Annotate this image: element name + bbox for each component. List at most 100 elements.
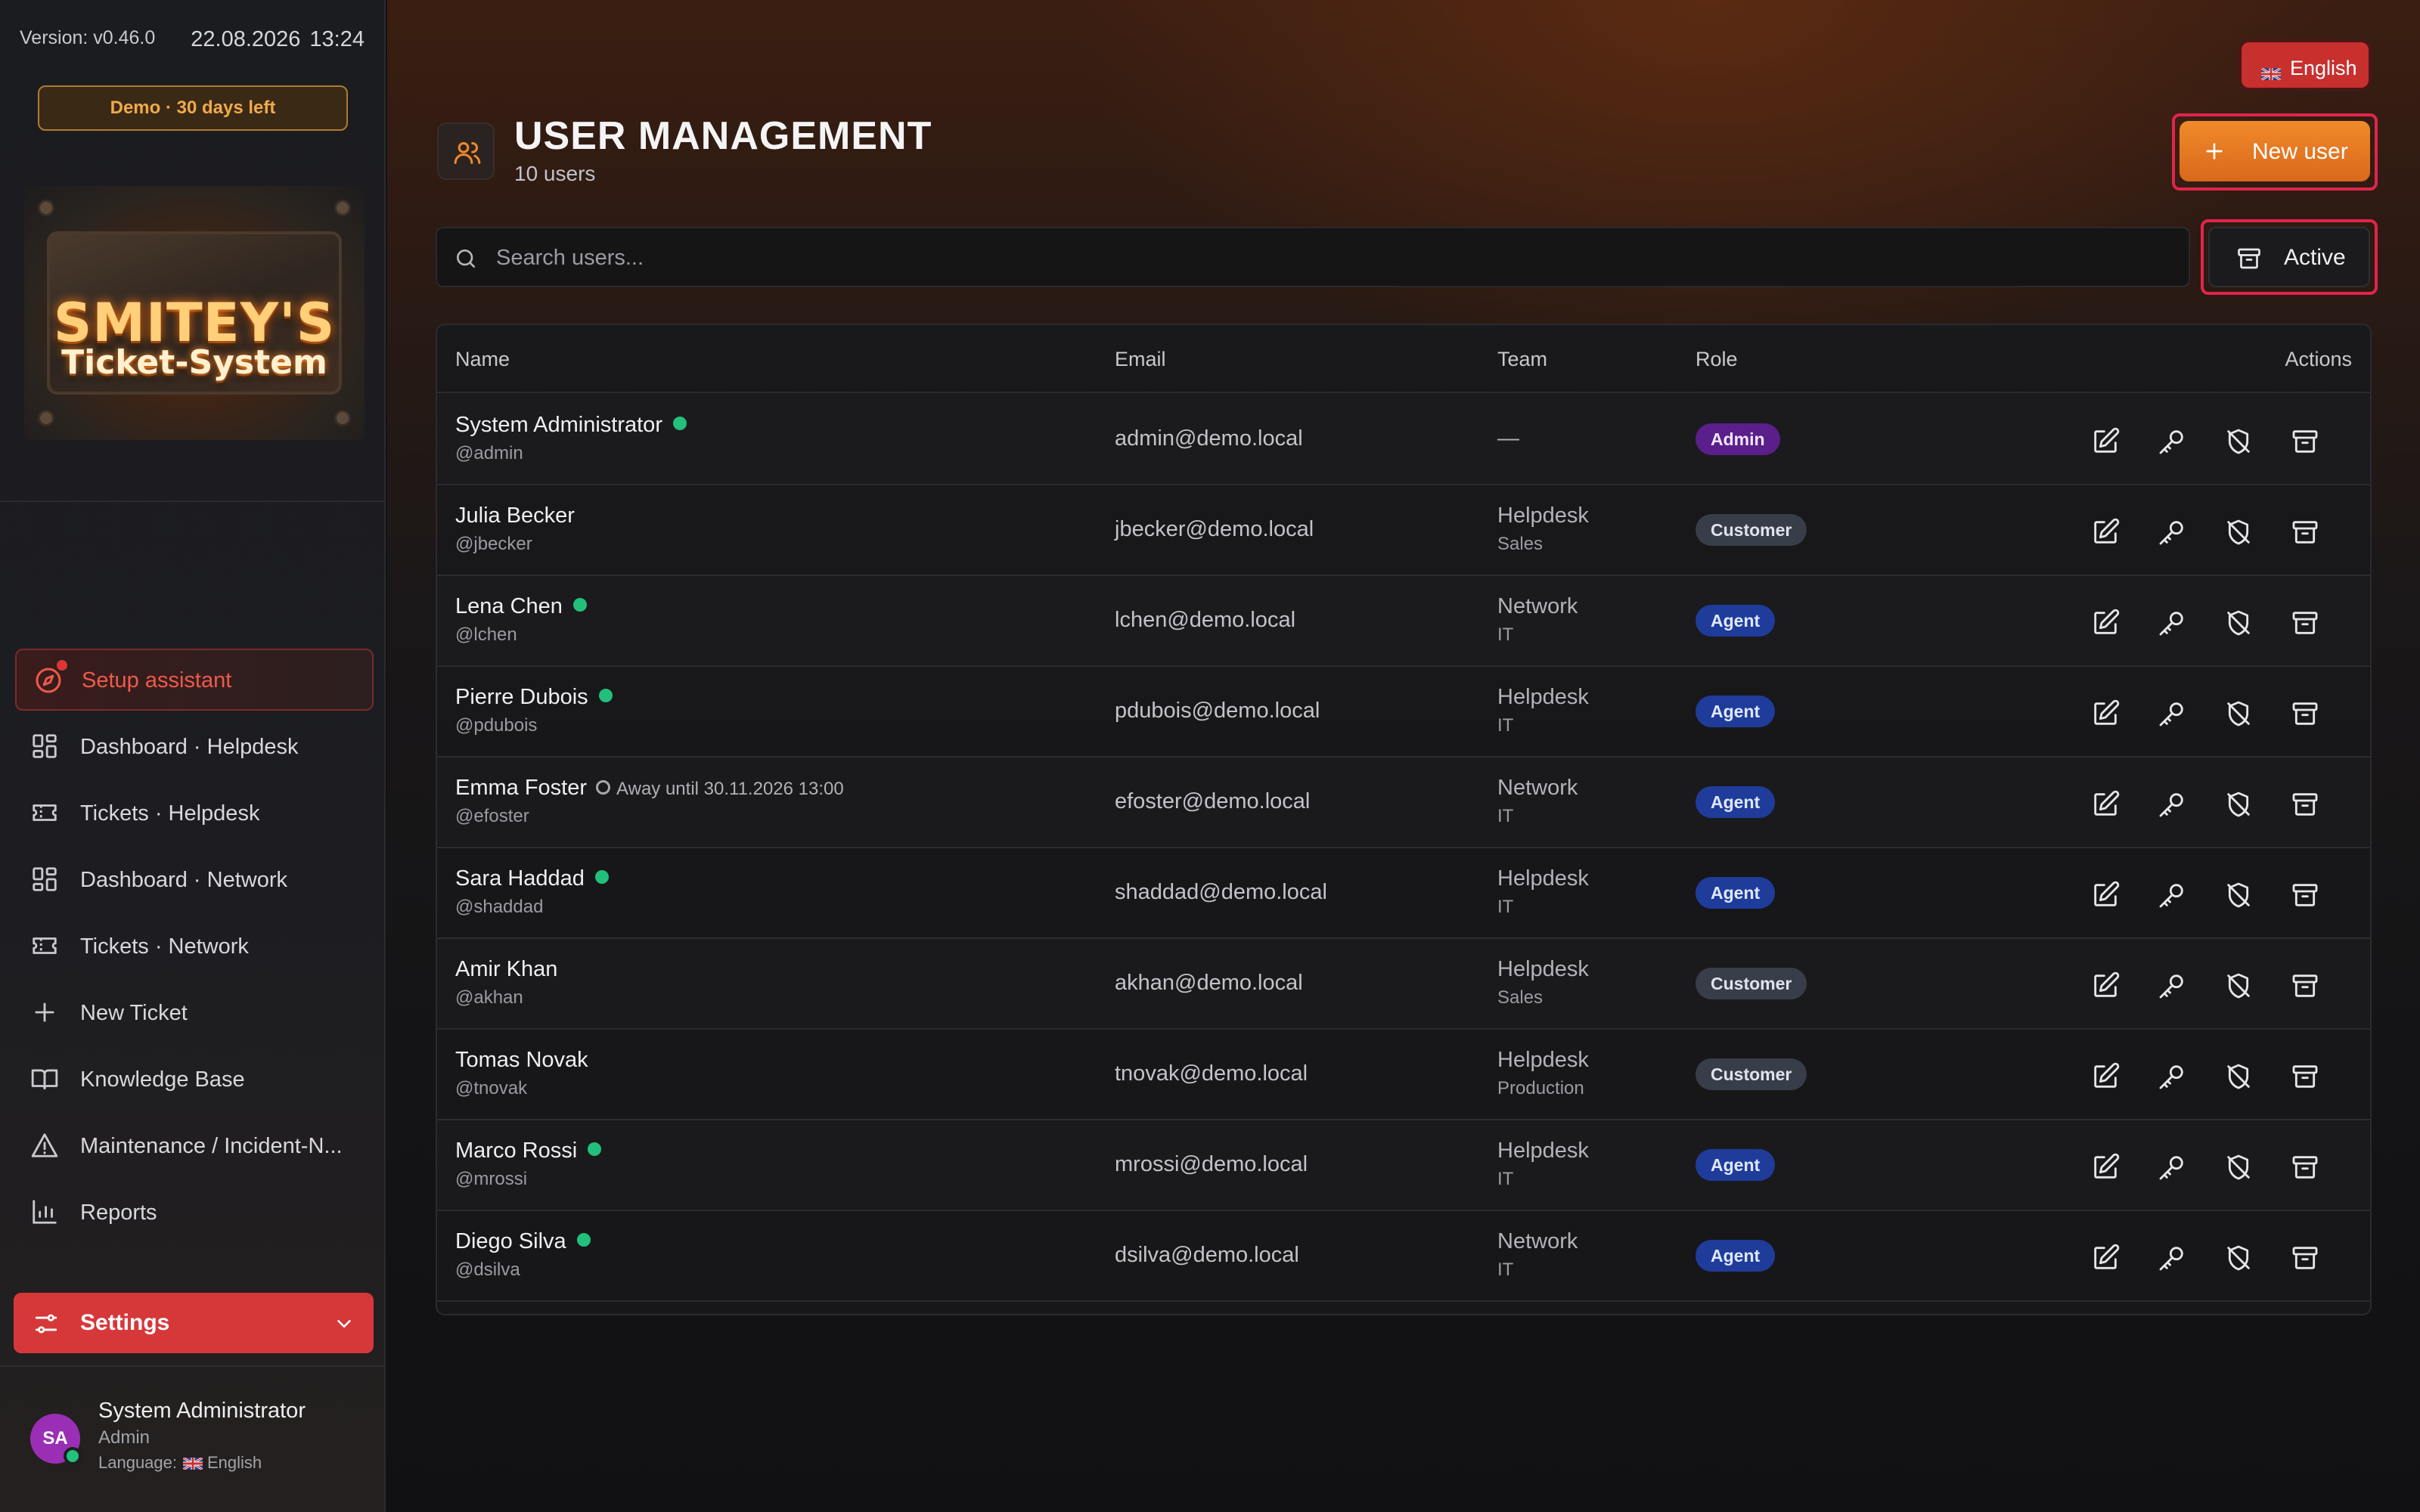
user-name[interactable]: Pierre Dubois bbox=[455, 685, 613, 710]
archive-icon[interactable] bbox=[2290, 608, 2320, 638]
sidebar-item-dashboard-helpdesk[interactable]: Dashboard · Helpdesk bbox=[15, 720, 374, 773]
shield-off-icon[interactable] bbox=[2223, 608, 2254, 638]
key-icon[interactable] bbox=[2157, 699, 2187, 729]
key-icon[interactable] bbox=[2157, 608, 2187, 638]
warning-icon bbox=[30, 1131, 59, 1160]
edit-icon[interactable] bbox=[2090, 789, 2121, 820]
sidebar-item-settings[interactable]: Settings bbox=[14, 1293, 374, 1353]
user-team: Network bbox=[1497, 594, 1578, 618]
role-badge: Agent bbox=[1696, 696, 1776, 727]
table-row[interactable]: Sara Haddad @shaddad shaddad@demo.local … bbox=[437, 847, 2370, 939]
user-name[interactable]: Amir Khan bbox=[455, 957, 557, 982]
new-user-button[interactable]: New user bbox=[2180, 121, 2370, 181]
edit-icon[interactable] bbox=[2090, 1152, 2121, 1182]
edit-icon[interactable] bbox=[2090, 517, 2121, 547]
shield-off-icon[interactable] bbox=[2223, 1152, 2254, 1182]
user-name[interactable]: System Administrator bbox=[455, 413, 687, 438]
user-name[interactable]: Tomas Novak bbox=[455, 1048, 588, 1073]
user-department: Sales bbox=[1497, 534, 1544, 554]
user-name-text: System Administrator bbox=[455, 413, 662, 437]
archive-icon[interactable] bbox=[2290, 1061, 2320, 1092]
column-header-name[interactable]: Name bbox=[455, 348, 510, 371]
column-header-email[interactable]: Email bbox=[1115, 348, 1166, 371]
archive-icon[interactable] bbox=[2290, 880, 2320, 910]
user-team: Network bbox=[1497, 1229, 1578, 1253]
column-header-role[interactable]: Role bbox=[1696, 348, 1738, 371]
edit-icon[interactable] bbox=[2090, 608, 2121, 638]
logo-subtitle: Ticket-System bbox=[61, 343, 327, 382]
edit-icon[interactable] bbox=[2090, 1061, 2121, 1092]
table-row[interactable]: Lena Chen @lchen lchen@demo.local Networ… bbox=[437, 575, 2370, 667]
sidebar-item-maintenance[interactable]: Maintenance / Incident-N... bbox=[15, 1119, 374, 1172]
column-header-team[interactable]: Team bbox=[1497, 348, 1547, 371]
key-icon[interactable] bbox=[2157, 789, 2187, 820]
ticket-icon bbox=[30, 798, 59, 827]
current-user-language[interactable]: Language: English bbox=[98, 1453, 262, 1473]
shield-off-icon[interactable] bbox=[2223, 699, 2254, 729]
user-name[interactable]: Sara Haddad bbox=[455, 866, 609, 891]
language-label: Language: bbox=[98, 1453, 177, 1472]
user-name[interactable]: Diego Silva bbox=[455, 1229, 591, 1254]
archive-icon[interactable] bbox=[2290, 1152, 2320, 1182]
table-row[interactable]: Amir Khan @akhan akhan@demo.local Helpde… bbox=[437, 937, 2370, 1030]
user-name[interactable]: Lena Chen bbox=[455, 594, 587, 619]
table-row[interactable]: System Administrator @admin admin@demo.l… bbox=[437, 393, 2370, 485]
sidebar-item-knowledge-base[interactable]: Knowledge Base bbox=[15, 1052, 374, 1105]
role-badge: Customer bbox=[1696, 1058, 1807, 1090]
sidebar-item-new-ticket[interactable]: New Ticket bbox=[15, 986, 374, 1039]
shield-off-icon[interactable] bbox=[2223, 517, 2254, 547]
edit-icon[interactable] bbox=[2090, 699, 2121, 729]
online-status-dot bbox=[64, 1447, 82, 1465]
user-handle: @akhan bbox=[455, 987, 523, 1008]
shield-off-icon[interactable] bbox=[2223, 1243, 2254, 1273]
user-team: — bbox=[1497, 426, 1519, 451]
edit-icon[interactable] bbox=[2090, 1243, 2121, 1273]
users-icon bbox=[452, 138, 482, 168]
shield-off-icon[interactable] bbox=[2223, 426, 2254, 457]
edit-icon[interactable] bbox=[2090, 880, 2121, 910]
online-status-dot bbox=[672, 417, 687, 430]
search-bar bbox=[436, 227, 2190, 287]
sidebar-item-setup-assistant[interactable]: Setup assistant bbox=[15, 649, 374, 711]
key-icon[interactable] bbox=[2157, 880, 2187, 910]
key-icon[interactable] bbox=[2157, 971, 2187, 1001]
archive-icon[interactable] bbox=[2290, 517, 2320, 547]
key-icon[interactable] bbox=[2157, 517, 2187, 547]
sidebar-item-label: Dashboard · Network bbox=[80, 868, 287, 892]
archive-icon[interactable] bbox=[2290, 789, 2320, 820]
search-input[interactable] bbox=[496, 239, 2160, 277]
user-name[interactable]: Marco Rossi bbox=[455, 1139, 602, 1163]
user-name-text: Emma Foster bbox=[455, 776, 588, 800]
role-badge: Customer bbox=[1696, 968, 1807, 999]
sidebar-item-reports[interactable]: Reports bbox=[15, 1185, 374, 1238]
shield-off-icon[interactable] bbox=[2223, 880, 2254, 910]
table-row[interactable]: Marco Rossi @mrossi mrossi@demo.local He… bbox=[437, 1119, 2370, 1211]
user-name[interactable]: Julia Becker bbox=[455, 503, 575, 528]
shield-off-icon[interactable] bbox=[2223, 789, 2254, 820]
sidebar-item-tickets-helpdesk[interactable]: Tickets · Helpdesk bbox=[15, 786, 374, 839]
shield-off-icon[interactable] bbox=[2223, 1061, 2254, 1092]
key-icon[interactable] bbox=[2157, 1243, 2187, 1273]
edit-icon[interactable] bbox=[2090, 971, 2121, 1001]
archive-icon[interactable] bbox=[2290, 699, 2320, 729]
table-row[interactable]: Julia Becker @jbecker jbecker@demo.local… bbox=[437, 484, 2370, 576]
shield-off-icon[interactable] bbox=[2223, 971, 2254, 1001]
sidebar-item-tickets-network[interactable]: Tickets · Network bbox=[15, 919, 374, 972]
table-row[interactable]: Tomas Novak @tnovak tnovak@demo.local He… bbox=[437, 1028, 2370, 1120]
user-name-text: Tomas Novak bbox=[455, 1048, 588, 1072]
user-name[interactable]: Emma Foster Away until 30.11.2026 13:00 bbox=[455, 776, 844, 801]
table-row[interactable]: Diego Silva @dsilva dsilva@demo.local Ne… bbox=[437, 1210, 2370, 1302]
language-button[interactable]: English bbox=[2238, 39, 2372, 91]
date-label: 22.08.2026 bbox=[191, 27, 301, 51]
table-row[interactable]: Pierre Dubois @pdubois pdubois@demo.loca… bbox=[437, 665, 2370, 758]
archive-icon[interactable] bbox=[2290, 971, 2320, 1001]
edit-icon[interactable] bbox=[2090, 426, 2121, 457]
table-row[interactable]: Emma Foster Away until 30.11.2026 13:00 @… bbox=[437, 756, 2370, 848]
archive-icon[interactable] bbox=[2290, 1243, 2320, 1273]
key-icon[interactable] bbox=[2157, 1152, 2187, 1182]
key-icon[interactable] bbox=[2157, 426, 2187, 457]
archive-icon[interactable] bbox=[2290, 426, 2320, 457]
sidebar-item-dashboard-network[interactable]: Dashboard · Network bbox=[15, 853, 374, 906]
key-icon[interactable] bbox=[2157, 1061, 2187, 1092]
active-filter-button[interactable]: Active bbox=[2208, 227, 2370, 287]
